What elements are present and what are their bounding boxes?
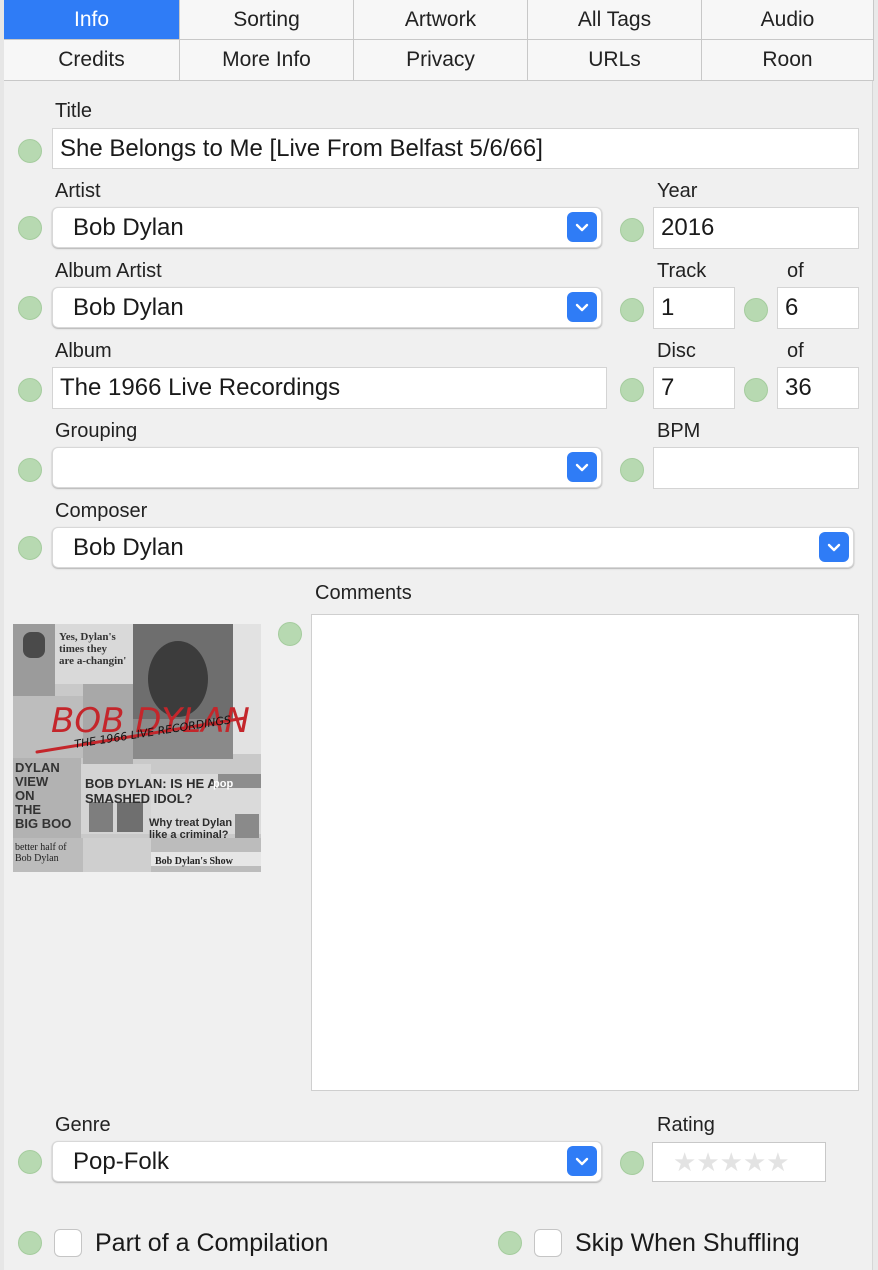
art-badge-text: pop	[213, 778, 233, 790]
skip-shuffle-status-dot-icon	[498, 1231, 522, 1255]
rating-star-icon[interactable]: ★	[720, 1149, 743, 1175]
album-label: Album	[55, 340, 112, 362]
bpm-label: BPM	[657, 420, 701, 442]
grouping-status-dot-icon	[18, 458, 42, 482]
art-footer-text: Bob Dylan's Show	[155, 856, 234, 867]
tab-audio[interactable]: Audio	[702, 0, 874, 40]
rating-status-dot-icon	[620, 1151, 644, 1175]
comments-textarea[interactable]	[311, 614, 859, 1091]
artist-label: Artist	[55, 180, 101, 202]
title-field[interactable]: She Belongs to Me [Live From Belfast 5/6…	[52, 128, 859, 169]
grouping-combo[interactable]	[52, 447, 602, 488]
composer-combo[interactable]: Bob Dylan	[52, 527, 854, 568]
track-total-status-dot-icon	[744, 298, 768, 322]
track-info-window: Info Sorting Artwork All Tags Audio Cred…	[0, 0, 878, 1270]
tab-sorting[interactable]: Sorting	[180, 0, 354, 40]
track-number-field[interactable]: 1	[653, 287, 735, 329]
album-artist-combo-value: Bob Dylan	[73, 293, 184, 321]
tab-info[interactable]: Info	[4, 0, 180, 40]
rating-control[interactable]: ★ ★ ★ ★ ★	[652, 1142, 826, 1182]
composer-combo-value: Bob Dylan	[73, 533, 184, 561]
genre-combo[interactable]: Pop-Folk	[52, 1141, 602, 1182]
art-right-headline: Why treat Dylan like a criminal?	[149, 817, 232, 841]
tab-roon[interactable]: Roon	[702, 40, 874, 81]
tab-artwork[interactable]: Artwork	[354, 0, 528, 40]
album-artist-label: Album Artist	[55, 260, 162, 282]
comments-status-dot-icon	[278, 622, 302, 646]
skip-shuffle-checkbox[interactable]	[534, 1229, 562, 1257]
genre-chevron-down-icon[interactable]	[567, 1146, 597, 1176]
disc-total-field[interactable]: 36	[777, 367, 859, 409]
artist-chevron-down-icon[interactable]	[567, 212, 597, 242]
album-status-dot-icon	[18, 378, 42, 402]
bpm-status-dot-icon	[620, 458, 644, 482]
artist-status-dot-icon	[18, 216, 42, 240]
genre-label: Genre	[55, 1114, 111, 1136]
year-label: Year	[657, 180, 698, 202]
composer-label: Composer	[55, 500, 148, 522]
track-label: Track	[657, 260, 707, 282]
tab-credits[interactable]: Credits	[4, 40, 180, 81]
year-field[interactable]: 2016	[653, 207, 859, 249]
artist-combo[interactable]: Bob Dylan	[52, 207, 602, 248]
grouping-label: Grouping	[55, 420, 138, 442]
disc-total-status-dot-icon	[744, 378, 768, 402]
track-status-dot-icon	[620, 298, 644, 322]
compilation-checkbox[interactable]	[54, 1229, 82, 1257]
album-artwork[interactable]: Yes, Dylan's times they are a-changin' BOB…	[13, 624, 261, 872]
year-status-dot-icon	[620, 218, 644, 242]
track-total-field[interactable]: 6	[777, 287, 859, 329]
rating-star-icon[interactable]: ★	[743, 1149, 766, 1175]
left-window-edge	[0, 0, 4, 1270]
disc-label: Disc	[657, 340, 696, 362]
album-artist-status-dot-icon	[18, 296, 42, 320]
tab-bar: Info Sorting Artwork All Tags Audio Cred…	[4, 0, 874, 81]
bpm-field[interactable]	[653, 447, 859, 489]
disc-of-label: of	[787, 340, 804, 362]
title-label: Title	[55, 100, 93, 122]
track-of-label: of	[787, 260, 804, 282]
tab-more-info[interactable]: More Info	[180, 40, 354, 81]
grouping-chevron-down-icon[interactable]	[567, 452, 597, 482]
album-artist-combo[interactable]: Bob Dylan	[52, 287, 602, 328]
album-artwork-image: Yes, Dylan's times they are a-changin' BOB…	[13, 624, 261, 872]
title-status-dot-icon	[18, 139, 42, 163]
composer-status-dot-icon	[18, 536, 42, 560]
disc-status-dot-icon	[620, 378, 644, 402]
composer-chevron-down-icon[interactable]	[819, 532, 849, 562]
rating-star-icon[interactable]: ★	[696, 1149, 719, 1175]
album-artist-chevron-down-icon[interactable]	[567, 292, 597, 322]
tab-urls[interactable]: URLs	[528, 40, 702, 81]
comments-label: Comments	[315, 582, 412, 604]
right-window-edge	[872, 0, 878, 1270]
rating-star-icon[interactable]: ★	[673, 1149, 696, 1175]
rating-label: Rating	[657, 1114, 715, 1136]
tab-all-tags[interactable]: All Tags	[528, 0, 702, 40]
genre-status-dot-icon	[18, 1150, 42, 1174]
skip-shuffle-label[interactable]: Skip When Shuffling	[575, 1229, 800, 1258]
genre-combo-value: Pop-Folk	[73, 1147, 170, 1175]
disc-number-field[interactable]: 7	[653, 367, 735, 409]
artist-combo-value: Bob Dylan	[73, 213, 184, 241]
rating-star-icon[interactable]: ★	[766, 1149, 789, 1175]
tab-privacy[interactable]: Privacy	[354, 40, 528, 81]
compilation-label[interactable]: Part of a Compilation	[95, 1229, 328, 1258]
compilation-status-dot-icon	[18, 1231, 42, 1255]
album-field[interactable]: The 1966 Live Recordings	[52, 367, 607, 409]
